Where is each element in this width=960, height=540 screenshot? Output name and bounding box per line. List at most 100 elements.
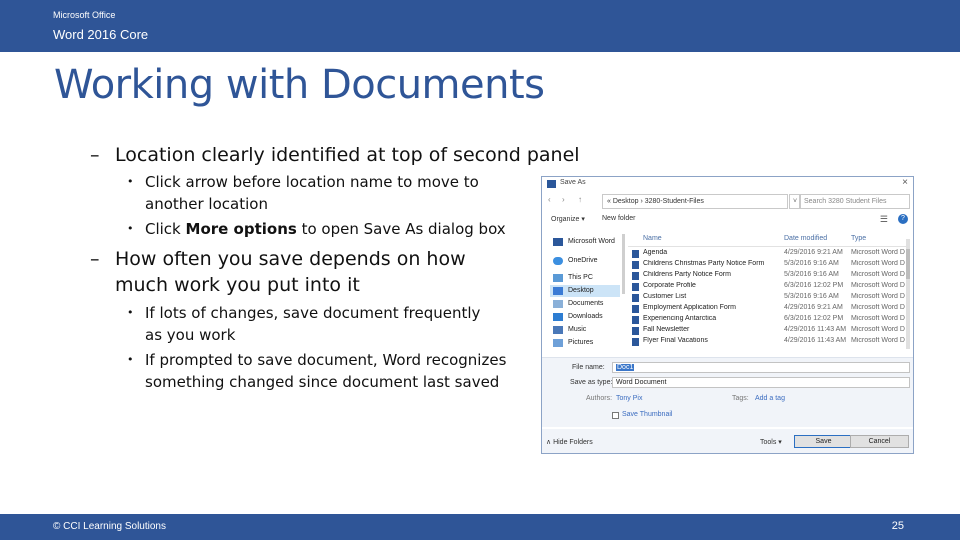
word-doc-icon [632,283,639,291]
file-type-cell: Microsoft Word D [851,293,905,300]
word-doc-icon [632,272,639,280]
dash-marker: – [90,248,100,270]
file-name-cell: Fall Newsletter [643,326,690,333]
tags-label: Tags: [732,395,749,402]
file-type-cell: Microsoft Word D [851,304,905,311]
nav-item-desktop[interactable]: Desktop [550,285,620,297]
back-arrow-icon[interactable]: ‹ [548,195,551,204]
bullet-line: as you work [145,326,236,344]
table-row[interactable]: Experiencing Antarctica 6/3/2016 12:02 P… [628,314,906,325]
dot-marker: • [127,175,134,188]
slide-title: Working with Documents [54,62,545,108]
dot-marker: • [127,306,134,319]
save-as-type-select[interactable]: Word Document [612,377,910,388]
save-as-dialog: Save As × ‹ › ↑ « Desktop › 3280-Student… [541,176,914,454]
cloud-icon [553,257,563,265]
search-input[interactable]: Search 3280 Student Files [799,194,910,209]
word-doc-icon [632,261,639,269]
file-date-cell: 5/3/2016 9:16 AM [784,260,839,267]
nav-item-label: Desktop [568,287,594,294]
column-header-name[interactable]: Name [643,235,662,242]
column-header-type[interactable]: Type [851,235,866,242]
course-title: Word 2016 Core [53,27,149,42]
sub-bullet-lots-of-changes: • If lots of changes, save document freq… [127,302,481,346]
file-type-cell: Microsoft Word D [851,326,905,333]
table-row[interactable]: Employment Application Form 4/29/2016 9:… [628,303,906,314]
nav-item-label: Documents [568,300,604,307]
table-row[interactable]: Corporate Profile 6/3/2016 12:02 PM Micr… [628,281,906,292]
nav-item-pictures[interactable]: Pictures [550,337,620,349]
address-bar: ‹ › ↑ « Desktop › 3280-Student-Files ˅ S… [546,194,910,209]
header-bar: Microsoft Office Word 2016 Core [0,0,960,52]
nav-item-label: OneDrive [568,257,598,264]
nav-scrollbar[interactable] [622,234,625,294]
organize-button[interactable]: Organize ▾ [551,215,585,223]
bullet-line: How often you save depends on how [115,248,466,270]
file-type-cell: Microsoft Word D [851,337,905,344]
documents-icon [553,300,563,308]
bullet-line: If lots of changes, save document freque… [145,304,481,322]
word-icon [553,238,563,246]
file-date-cell: 6/3/2016 12:02 PM [784,315,844,322]
word-doc-icon [632,305,639,313]
table-row[interactable]: Flyer Final Vacations 4/29/2016 11:43 AM… [628,336,906,347]
thumbnail-checkbox[interactable] [612,412,619,419]
file-date-cell: 4/29/2016 11:43 AM [784,337,847,344]
new-folder-button[interactable]: New folder [602,215,635,222]
file-name-value: Doc1 [616,364,635,371]
up-arrow-icon[interactable]: ↑ [578,195,582,204]
help-icon[interactable]: ? [898,214,908,224]
file-date-cell: 6/3/2016 12:02 PM [784,282,844,289]
authors-value[interactable]: Tony Pix [616,395,642,402]
word-doc-icon [632,316,639,324]
close-icon[interactable]: × [902,177,908,188]
forward-arrow-icon[interactable]: › [562,195,565,204]
nav-item-downloads[interactable]: Downloads [550,311,620,323]
file-list-scrollbar[interactable] [906,239,910,349]
bullet-location: – Location clearly identified at top of … [90,142,580,168]
bullet-text: Click [145,220,186,238]
hide-folders-button[interactable]: ∧ Hide Folders [546,438,593,446]
dash-marker: – [90,144,100,166]
file-name-cell: Experiencing Antarctica [643,315,717,322]
save-as-type-label: Save as type: [570,379,613,386]
table-row[interactable]: Customer List 5/3/2016 9:16 AM Microsoft… [628,292,906,303]
nav-item-documents[interactable]: Documents [550,298,620,310]
bullet-line: another location [145,195,268,213]
table-row[interactable]: Fall Newsletter 4/29/2016 11:43 AM Micro… [628,325,906,336]
bullet-bold-text: More options [185,220,297,238]
file-name-cell: Childrens Party Notice Form [643,271,731,278]
file-date-cell: 4/29/2016 11:43 AM [784,326,847,333]
word-icon [547,180,556,188]
desktop-icon [553,287,563,295]
dialog-toolbar: Organize ▾ New folder ☰ ? [546,214,910,226]
nav-item-this-pc[interactable]: This PC [550,272,620,284]
table-row[interactable]: Childrens Christmas Party Notice Form 5/… [628,259,906,270]
scrollbar-thumb[interactable] [906,249,910,279]
table-row[interactable]: Childrens Party Notice Form 5/3/2016 9:1… [628,270,906,281]
header-divider [628,246,906,247]
file-date-cell: 4/29/2016 9:21 AM [784,304,843,311]
column-header-date[interactable]: Date modified [784,235,827,242]
file-date-cell: 5/3/2016 9:16 AM [784,271,839,278]
copyright-text: © CCI Learning Solutions [53,521,166,532]
table-row[interactable]: Agenda 4/29/2016 9:21 AM Microsoft Word … [628,248,906,259]
nav-item-music[interactable]: Music [550,324,620,336]
save-button[interactable]: Save [794,435,853,448]
location-path[interactable]: « Desktop › 3280-Student-Files [602,194,788,209]
file-name-label: File name: [572,364,605,371]
file-name-input[interactable]: Doc1 [612,362,910,373]
view-icon[interactable]: ☰ [880,214,888,225]
cancel-button[interactable]: Cancel [850,435,909,448]
file-date-cell: 5/3/2016 9:16 AM [784,293,839,300]
nav-item-label: Pictures [568,339,594,346]
nav-item-label: Downloads [568,313,603,320]
tools-button[interactable]: Tools ▾ [760,438,782,446]
bullet-how-often: – How often you save depends on how much… [90,246,466,298]
file-name-cell: Childrens Christmas Party Notice Form [643,260,765,267]
bullet-text: Location clearly identified at top of se… [115,144,580,166]
bullet-text: to open Save As dialog box [296,220,506,238]
nav-item-onedrive[interactable]: OneDrive [550,255,620,267]
tags-input[interactable]: Add a tag [755,395,785,402]
nav-item-microsoft-word[interactable]: Microsoft Word [550,236,620,248]
